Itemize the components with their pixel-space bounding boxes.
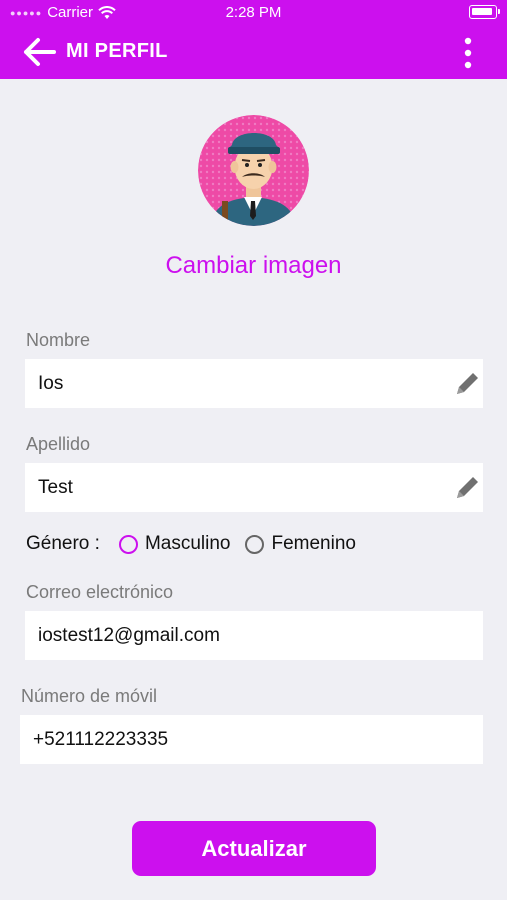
more-vertical-icon[interactable] [458,36,478,70]
avatar[interactable] [198,115,309,226]
update-button[interactable]: Actualizar [132,821,376,876]
app-header: ●●●●● Carrier 2:28 PM MI PERFIL [0,0,507,79]
status-bar: ●●●●● Carrier 2:28 PM [0,0,507,26]
email-value: iostest12@gmail.com [38,624,220,646]
mobile-label: Número de móvil [21,686,158,706]
page-title: MI PERFIL [66,40,168,62]
gender-selector: Género : Masculino Femenino [26,533,356,555]
change-image-link[interactable]: Cambiar imagen [0,252,507,280]
battery-icon [469,5,500,19]
last-name-field[interactable]: Test [25,463,483,512]
gender-option-label: Masculino [144,533,231,554]
last-name-label: Apellido [26,434,91,454]
email-field[interactable]: iostest12@gmail.com [25,611,483,660]
mobile-value: +521112223335 [33,728,169,750]
radio-selected-icon[interactable] [118,534,138,554]
first-name-field[interactable]: Ios [25,359,483,408]
first-name-value: Ios [38,372,64,394]
gender-option-masculino[interactable]: Masculino [118,533,231,555]
email-label: Correo electrónico [26,582,174,602]
mobile-field[interactable]: +521112223335 [20,715,483,764]
first-name-label: Nombre [26,330,91,350]
status-time: 2:28 PM [225,4,282,21]
gender-option-label: Femenino [271,533,356,554]
gender-option-femenino[interactable]: Femenino [245,533,356,555]
pencil-icon[interactable] [451,472,483,504]
gender-label: Género : [26,533,100,554]
back-arrow-icon[interactable] [22,36,56,68]
pencil-icon[interactable] [451,368,483,400]
radio-unselected-icon[interactable] [245,534,265,554]
last-name-value: Test [38,476,73,498]
